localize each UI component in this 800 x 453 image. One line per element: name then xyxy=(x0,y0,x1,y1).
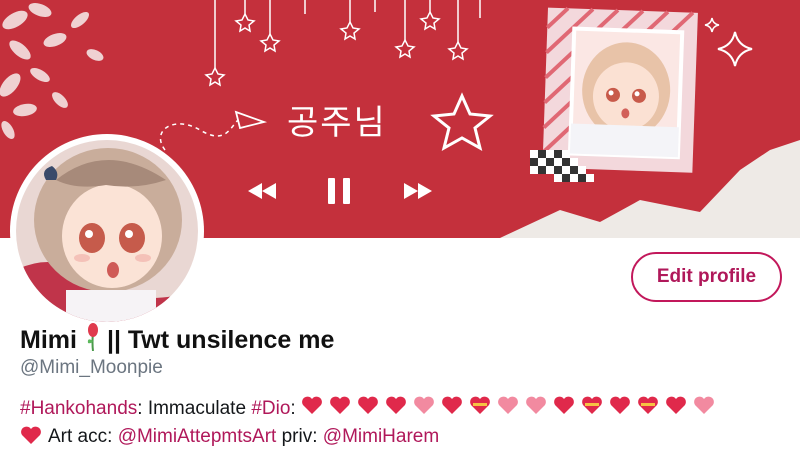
heart-emoji xyxy=(20,425,42,453)
avatar[interactable] xyxy=(10,134,204,328)
bio-text: Art acc: xyxy=(48,426,118,447)
hashtag-dio[interactable]: #Dio xyxy=(251,398,290,419)
rose-icon xyxy=(85,323,101,358)
bio: #Hankohands: Immaculate #Dio: Art acc: @… xyxy=(20,394,790,453)
display-name-rest: || Twt unsilence me xyxy=(106,326,335,354)
display-name: Mimi || Twt unsilence me xyxy=(20,323,334,358)
edit-profile-button[interactable]: Edit profile xyxy=(631,252,782,302)
bio-text: priv: xyxy=(276,426,323,447)
mention-private-account[interactable]: @MimiHarem xyxy=(323,426,439,447)
user-handle: @Mimi_Moonpie xyxy=(20,357,163,378)
bio-text: : Immaculate xyxy=(137,398,252,420)
heart-emoji-row xyxy=(301,394,727,424)
bio-text: : xyxy=(290,398,296,420)
display-name-first: Mimi xyxy=(20,326,77,354)
mention-art-account[interactable]: @MimiAttepmtsArt xyxy=(118,426,277,447)
hashtag-hankohands[interactable]: #Hankohands xyxy=(20,398,137,419)
banner-korean-text: 공주님 xyxy=(287,103,387,143)
